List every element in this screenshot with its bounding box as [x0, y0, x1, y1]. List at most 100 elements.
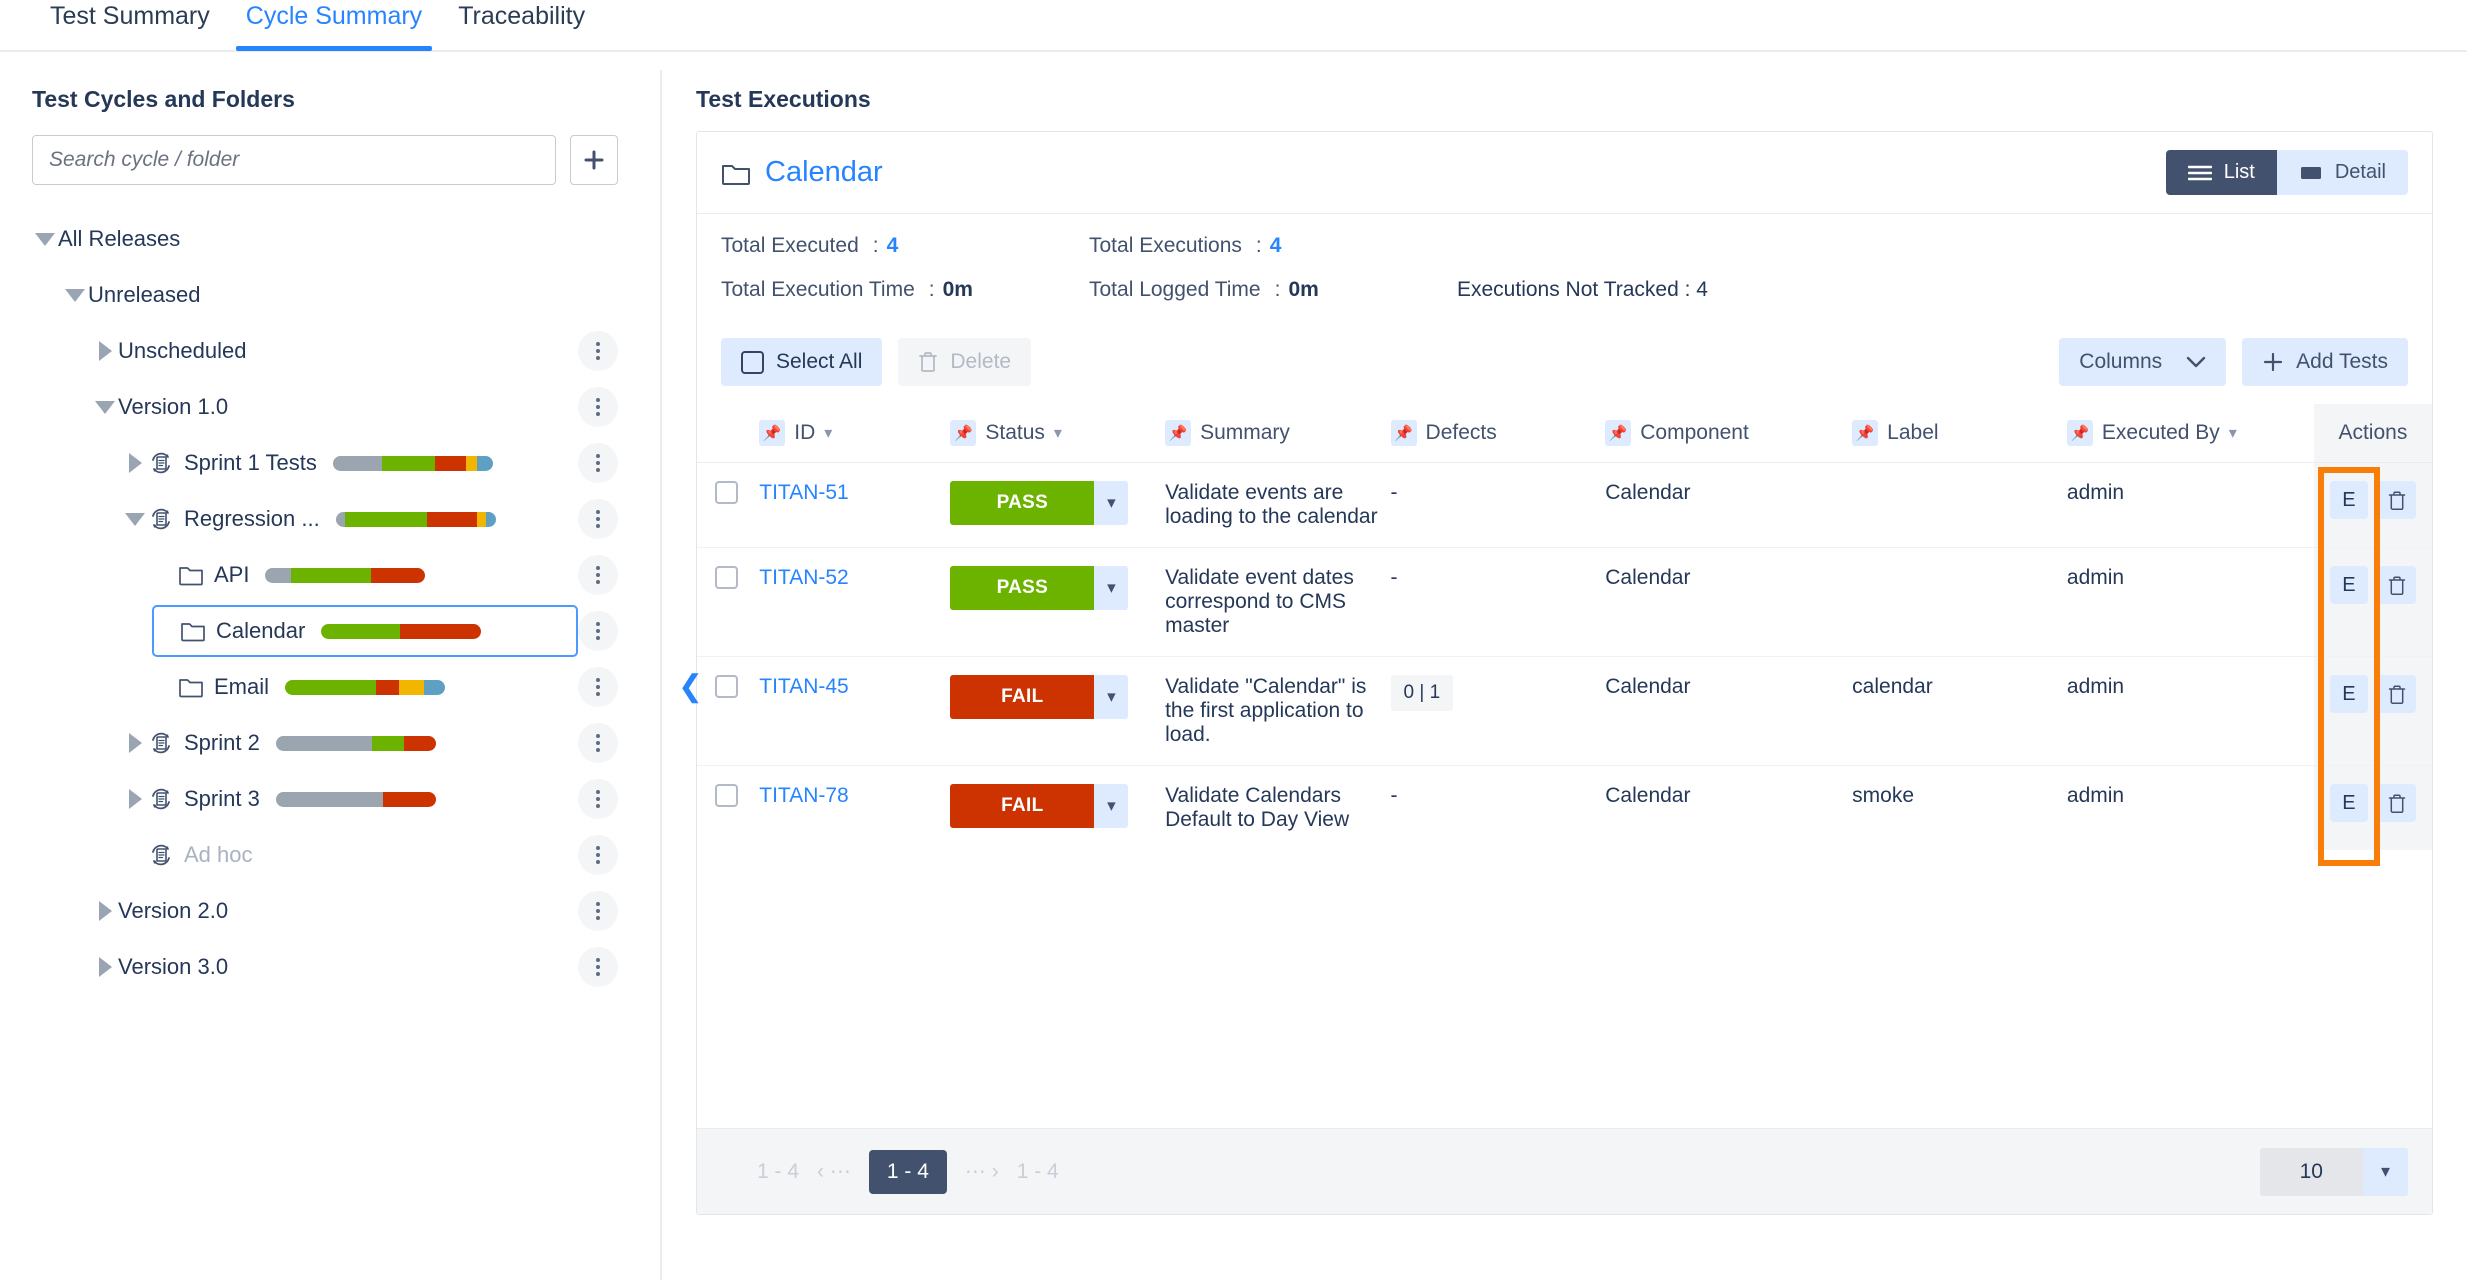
row-checkbox[interactable] [715, 481, 738, 504]
chevron-down-icon[interactable]: ▾ [2229, 423, 2237, 443]
tree-item-sprint-3[interactable]: Sprint 3 [32, 771, 618, 827]
th-id[interactable]: 📌 ID ▾ [759, 404, 951, 463]
status-pill[interactable]: PASS ▾ [950, 566, 1129, 610]
page-size-selector[interactable]: 10 ▾ [2259, 1147, 2408, 1196]
tree-item-inner[interactable]: Sprint 3 [122, 773, 578, 825]
add-cycle-button[interactable] [570, 135, 618, 185]
tree-item-more-menu-icon[interactable] [578, 331, 618, 371]
pin-icon[interactable]: 📌 [1605, 420, 1632, 446]
table-row[interactable]: TITAN-51 PASS ▾ Validate events are loading… [697, 462, 2432, 548]
pin-icon[interactable]: 📌 [759, 420, 786, 446]
th-executed-by[interactable]: 📌 Executed By ▾ [2066, 404, 2314, 463]
tree-item-email[interactable]: Email [32, 659, 618, 715]
row-id-link[interactable]: TITAN-78 [759, 784, 848, 807]
pagination-current-page[interactable]: 1 - 4 [868, 1149, 947, 1194]
tree-item-inner[interactable]: All Releases [32, 213, 618, 265]
pagination-next-button[interactable]: ⋯ › [965, 1159, 999, 1184]
table-row[interactable]: TITAN-78 FAIL ▾ Validate Calendars Default … [697, 765, 2432, 850]
th-label[interactable]: 📌 Label [1852, 404, 2067, 463]
tree-item-more-menu-icon[interactable] [578, 947, 618, 987]
row-checkbox[interactable] [715, 675, 738, 698]
table-row[interactable]: TITAN-45 FAIL ▾ Validate "Calendar" is the … [697, 656, 2432, 766]
caret-right-icon[interactable] [122, 786, 148, 812]
caret-right-icon[interactable] [92, 338, 118, 364]
stat-total-executed-value[interactable]: 4 [887, 234, 899, 258]
tree-item-more-menu-icon[interactable] [578, 387, 618, 427]
th-status[interactable]: 📌 Status ▾ [950, 404, 1166, 463]
row-id-link[interactable]: TITAN-45 [759, 675, 848, 698]
add-tests-button[interactable]: Add Tests [2242, 338, 2408, 386]
caret-right-icon[interactable] [122, 450, 148, 476]
pin-icon[interactable]: 📌 [1852, 420, 1879, 446]
tree-item-version-1-0[interactable]: Version 1.0 [32, 379, 618, 435]
tree-item-ad-hoc[interactable]: Ad hoc [32, 827, 618, 883]
tab-cycle-summary[interactable]: Cycle Summary [228, 0, 440, 51]
tree-item-inner[interactable]: Unreleased [62, 269, 618, 321]
chevron-down-icon[interactable]: ▾ [1054, 423, 1062, 443]
row-delete-button[interactable] [2377, 481, 2416, 519]
caret-right-icon[interactable] [92, 954, 118, 980]
tree-item-more-menu-icon[interactable] [578, 835, 618, 875]
defects-badge[interactable]: 0 | 1 [1390, 675, 1454, 711]
page-size-chevron-down-icon[interactable]: ▾ [2362, 1147, 2408, 1196]
pin-icon[interactable]: 📌 [950, 420, 977, 446]
row-execute-button[interactable]: E [2329, 481, 2368, 519]
tree-item-inner[interactable]: Version 2.0 [92, 885, 578, 937]
tree-item-inner[interactable]: Email [152, 661, 578, 713]
tree-item-more-menu-icon[interactable] [578, 555, 618, 595]
folder-name[interactable]: Calendar [765, 156, 883, 189]
view-toggle-list[interactable]: List [2165, 150, 2277, 195]
columns-button[interactable]: Columns [2059, 338, 2227, 386]
tree-item-more-menu-icon[interactable] [578, 499, 618, 539]
tree-item-more-menu-icon[interactable] [578, 723, 618, 763]
tree-item-unreleased[interactable]: Unreleased [32, 267, 618, 323]
tab-test-summary[interactable]: Test Summary [32, 0, 228, 49]
row-delete-button[interactable] [2377, 784, 2416, 822]
tree-item-inner[interactable]: Version 1.0 [92, 381, 578, 433]
pin-icon[interactable]: 📌 [2066, 420, 2093, 446]
row-id-link[interactable]: TITAN-51 [759, 481, 848, 504]
row-id-link[interactable]: TITAN-52 [759, 566, 848, 589]
caret-down-icon[interactable] [92, 394, 118, 420]
tree-item-version-2-0[interactable]: Version 2.0 [32, 883, 618, 939]
row-execute-button[interactable]: E [2329, 675, 2368, 713]
chevron-down-icon[interactable]: ▾ [824, 423, 832, 443]
tree-item-inner[interactable]: API [152, 549, 578, 601]
search-cycle-folder-input[interactable] [32, 135, 556, 185]
tree-item-api[interactable]: API [32, 547, 618, 603]
row-delete-button[interactable] [2377, 675, 2416, 713]
tree-item-inner[interactable]: Regression ... [122, 493, 578, 545]
tree-item-sprint-2[interactable]: Sprint 2 [32, 715, 618, 771]
stat-total-executions-value[interactable]: 4 [1270, 234, 1282, 258]
caret-down-icon[interactable] [62, 282, 88, 308]
tree-item-more-menu-icon[interactable] [578, 611, 618, 651]
row-delete-button[interactable] [2377, 566, 2416, 604]
status-pill[interactable]: FAIL ▾ [950, 675, 1129, 719]
tree-item-more-menu-icon[interactable] [578, 443, 618, 483]
tree-item-unscheduled[interactable]: Unscheduled [32, 323, 618, 379]
tree-item-inner[interactable]: Sprint 1 Tests [122, 437, 578, 489]
th-defects[interactable]: 📌 Defects [1390, 404, 1606, 463]
tree-item-inner[interactable]: Ad hoc [122, 829, 578, 881]
delete-button[interactable]: Delete [898, 338, 1032, 386]
status-pill[interactable]: PASS ▾ [950, 481, 1129, 525]
pagination-prev-button[interactable]: ‹ ⋯ [817, 1159, 851, 1184]
tree-item-sprint-1-tests[interactable]: Sprint 1 Tests [32, 435, 618, 491]
caret-right-icon[interactable] [92, 898, 118, 924]
tree-item-inner[interactable]: Sprint 2 [122, 717, 578, 769]
row-checkbox[interactable] [715, 566, 738, 589]
tree-item-inner[interactable]: Calendar [152, 605, 578, 657]
tree-item-calendar[interactable]: Calendar [32, 603, 618, 659]
caret-down-icon[interactable] [122, 506, 148, 532]
th-summary[interactable]: 📌 Summary [1165, 404, 1391, 463]
tree-item-regression[interactable]: Regression ... [32, 491, 618, 547]
tree-item-more-menu-icon[interactable] [578, 667, 618, 707]
row-checkbox[interactable] [715, 784, 738, 807]
th-component[interactable]: 📌 Component [1605, 404, 1853, 463]
select-all-button[interactable]: Select All [721, 338, 883, 386]
tree-item-all-releases[interactable]: All Releases [32, 211, 618, 267]
status-chevron-down-icon[interactable]: ▾ [1094, 481, 1129, 525]
table-row[interactable]: TITAN-52 PASS ▾ Validate event dates corres… [697, 547, 2432, 657]
caret-down-icon[interactable] [32, 226, 58, 252]
view-toggle-detail[interactable]: Detail [2276, 150, 2408, 195]
